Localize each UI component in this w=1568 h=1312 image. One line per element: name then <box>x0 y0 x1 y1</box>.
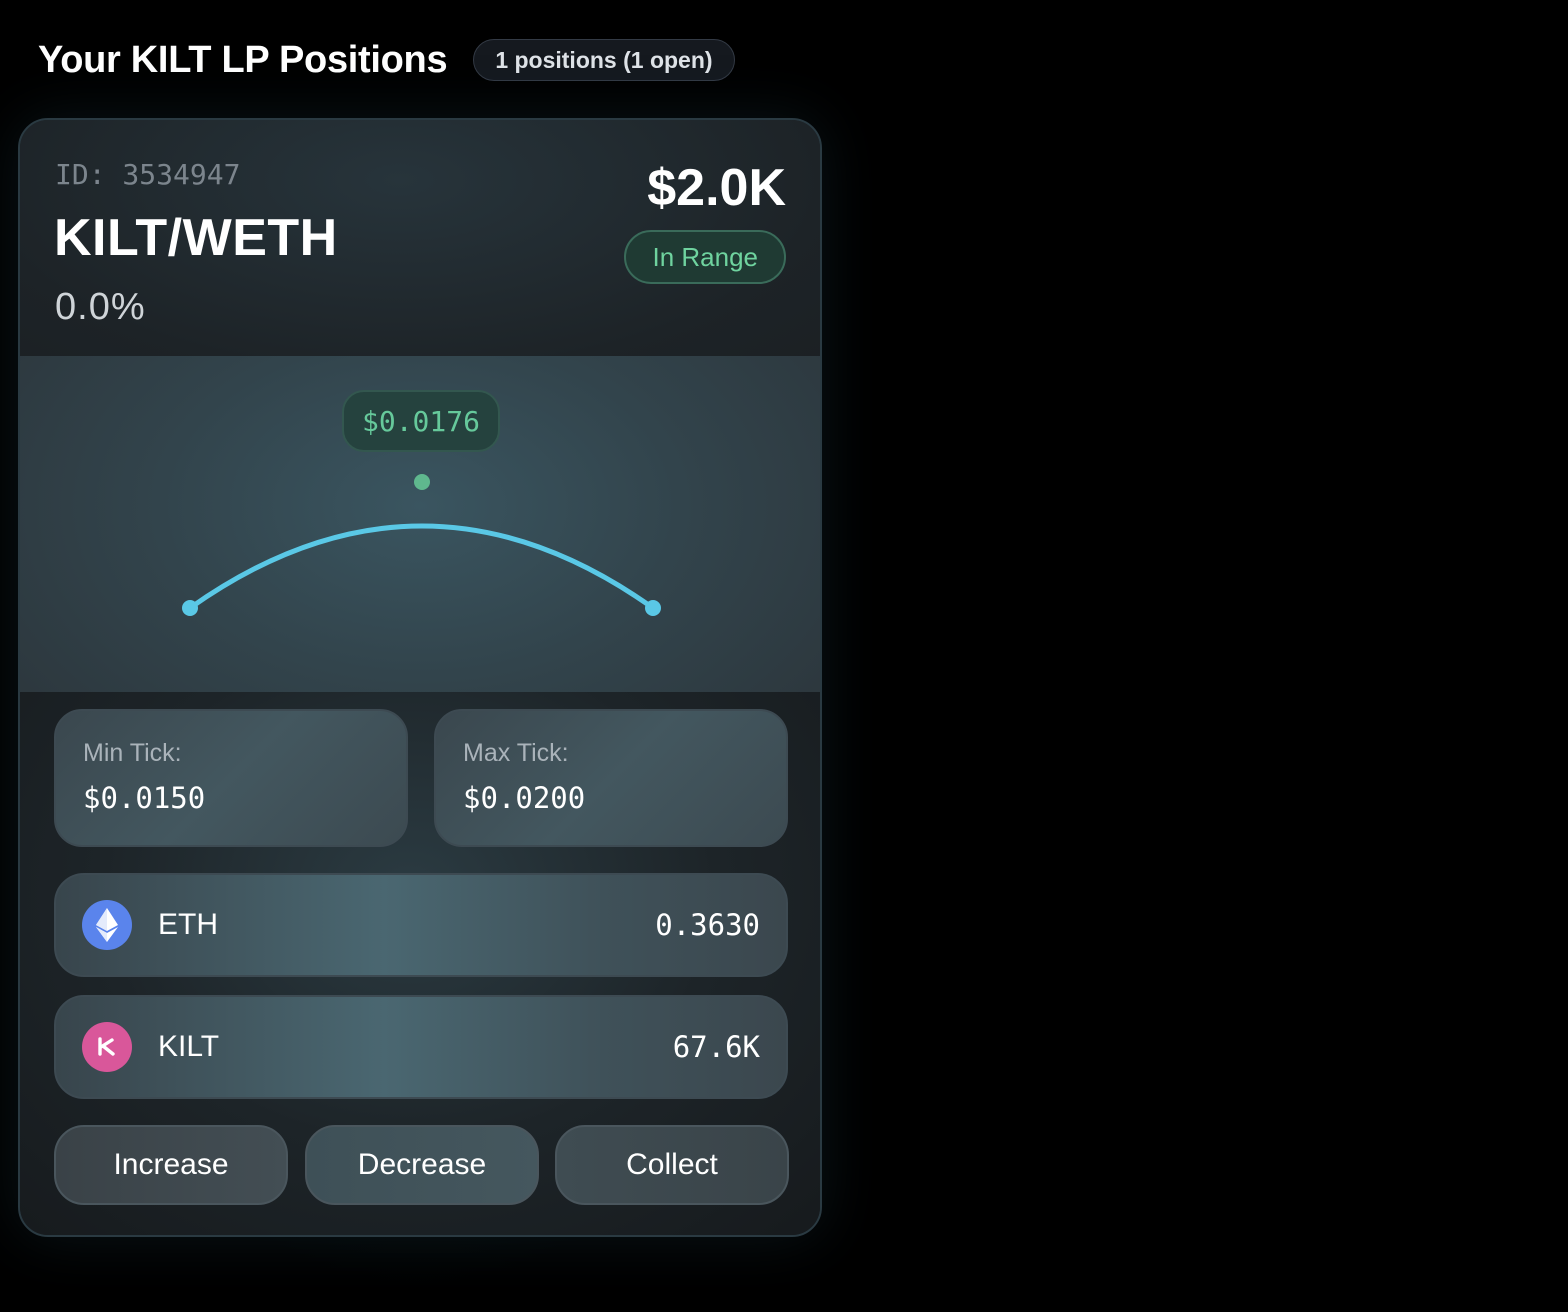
max-tick-label: Max Tick: <box>463 739 569 767</box>
range-min-point <box>182 600 198 616</box>
collect-button[interactable]: Collect <box>555 1125 789 1205</box>
position-card-header: ID: 3534947 KILT/WETH 0.0% $2.0K In Rang… <box>20 120 820 356</box>
max-tick-value: $0.0200 <box>463 781 586 815</box>
token-symbol: ETH <box>158 908 218 941</box>
max-tick-box: Max Tick: $0.0200 <box>434 709 788 847</box>
price-range-chart: $0.0176 <box>20 356 820 692</box>
token-amount: 67.6K <box>672 1030 760 1064</box>
range-max-point <box>645 600 661 616</box>
decrease-button[interactable]: Decrease <box>305 1125 539 1205</box>
pair-name: KILT/WETH <box>54 209 338 267</box>
current-price-dot <box>414 474 430 490</box>
min-tick-box: Min Tick: $0.0150 <box>54 709 408 847</box>
page-title: Your KILT LP Positions <box>38 38 448 81</box>
token-amount: 0.3630 <box>655 908 760 942</box>
increase-button[interactable]: Increase <box>54 1125 288 1205</box>
position-details: Min Tick: $0.0150 Max Tick: $0.0200 ETH <box>20 692 820 1235</box>
range-status-badge: In Range <box>624 230 786 284</box>
page: Your KILT LP Positions 1 positions (1 op… <box>0 0 1568 1312</box>
positions-count-badge: 1 positions (1 open) <box>473 39 735 81</box>
ethereum-icon <box>82 900 132 950</box>
min-tick-value: $0.0150 <box>83 781 206 815</box>
range-curve <box>187 523 656 611</box>
position-percent: 0.0% <box>55 286 146 328</box>
page-header: Your KILT LP Positions 1 positions (1 op… <box>38 36 735 84</box>
position-id: ID: 3534947 <box>55 158 241 191</box>
token-symbol: KILT <box>158 1030 220 1063</box>
current-price-badge: $0.0176 <box>342 390 500 452</box>
position-value: $2.0K <box>647 159 786 217</box>
kilt-icon <box>82 1022 132 1072</box>
min-tick-label: Min Tick: <box>83 739 182 767</box>
token-row-kilt: KILT 67.6K <box>54 995 788 1099</box>
token-row-eth: ETH 0.3630 <box>54 873 788 977</box>
position-card: ID: 3534947 KILT/WETH 0.0% $2.0K In Rang… <box>18 118 822 1237</box>
